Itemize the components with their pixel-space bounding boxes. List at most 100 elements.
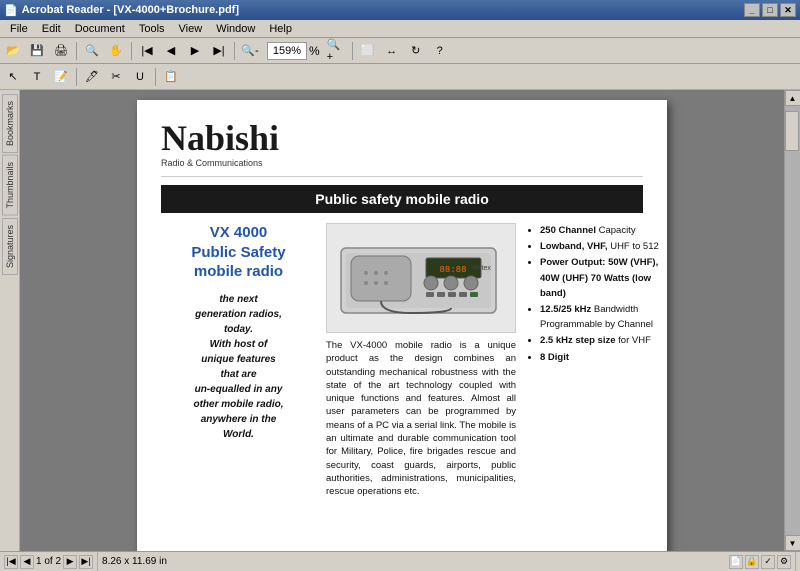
logo-main: Nabishi bbox=[161, 120, 279, 156]
feature-line-7: un-equalled in any bbox=[161, 382, 316, 397]
scroll-up-button[interactable]: ▲ bbox=[785, 90, 800, 106]
page-label: 1 of 2 bbox=[36, 556, 61, 567]
feature-line-8: other mobile radio, bbox=[161, 397, 316, 412]
scroll-thumb[interactable] bbox=[785, 111, 799, 151]
right-scrollbar: ▲ ▼ bbox=[784, 90, 800, 551]
close-button[interactable]: ✕ bbox=[780, 3, 796, 17]
signatures-tab[interactable]: Signatures bbox=[2, 218, 18, 275]
left-column: VX 4000 Public Safety mobile radio the n… bbox=[161, 223, 316, 499]
separator-6 bbox=[155, 68, 156, 86]
menu-document[interactable]: Document bbox=[69, 22, 131, 36]
fit-page-button[interactable]: ⬜ bbox=[357, 40, 379, 62]
feature-line-1: the next bbox=[161, 292, 316, 307]
right-column: 250 Channel Capacity Lowband, VHF, UHF t… bbox=[526, 223, 667, 499]
svg-text:Vertex: Vertex bbox=[471, 265, 491, 272]
fit-width-button[interactable]: ↔ bbox=[381, 40, 403, 62]
zoom-in-button[interactable]: 🔍+ bbox=[326, 40, 348, 62]
spec-item-3: Power Output: 50W (VHF), 40W (UHF) 70 Wa… bbox=[540, 255, 667, 301]
status-tools-section: 📄 🔒 ✓ ⚙ bbox=[729, 552, 796, 571]
toolbar-2: ↖ T 📝 🖊 ✂ U 📋 bbox=[0, 64, 800, 90]
menu-bar: File Edit Document Tools View Window Hel… bbox=[0, 20, 800, 38]
help-button[interactable]: ? bbox=[429, 40, 451, 62]
left-panel: Bookmarks Thumbnails Signatures bbox=[0, 90, 20, 551]
feature-line-6: that are bbox=[161, 367, 316, 382]
highlight-tool[interactable]: 🖊 bbox=[81, 66, 103, 88]
product-title-line2: Public Safety bbox=[161, 243, 316, 263]
feature-line-5: unique features bbox=[161, 352, 316, 367]
zoom-out-button[interactable]: 🔍- bbox=[239, 40, 261, 62]
header-title: Public safety mobile radio bbox=[315, 191, 489, 207]
logo-section: Nabishi Radio & Communications bbox=[161, 120, 643, 177]
pdf-area: Nabishi Radio & Communications Public sa… bbox=[20, 90, 784, 551]
status-prev-page[interactable]: ◀ bbox=[20, 555, 34, 569]
spec-list: 250 Channel Capacity Lowband, VHF, UHF t… bbox=[526, 223, 667, 365]
print-button[interactable]: 🖨 bbox=[50, 40, 72, 62]
product-title: VX 4000 Public Safety mobile radio bbox=[161, 223, 316, 282]
status-last-page[interactable]: ▶| bbox=[79, 555, 93, 569]
header-bar: Public safety mobile radio bbox=[161, 185, 643, 213]
underline-tool[interactable]: U bbox=[129, 66, 151, 88]
next-page-button[interactable]: ▶ bbox=[184, 40, 206, 62]
menu-edit[interactable]: Edit bbox=[36, 22, 67, 36]
page-size-label: 8.26 x 11.69 in bbox=[102, 556, 167, 567]
thumbnails-tab[interactable]: Thumbnails bbox=[2, 155, 18, 216]
strikeout-tool[interactable]: ✂ bbox=[105, 66, 127, 88]
menu-file[interactable]: File bbox=[4, 22, 34, 36]
rotate-button[interactable]: ↻ bbox=[405, 40, 427, 62]
feature-line-2: generation radios, bbox=[161, 307, 316, 322]
menu-view[interactable]: View bbox=[173, 22, 209, 36]
status-tool-1[interactable]: 📄 bbox=[729, 555, 743, 569]
feature-text: the next generation radios, today. With … bbox=[161, 292, 316, 442]
status-next-page[interactable]: ▶ bbox=[63, 555, 77, 569]
product-title-line1: VX 4000 bbox=[161, 223, 316, 243]
open-button[interactable]: 📂 bbox=[2, 40, 24, 62]
desc-content: The VX-4000 mobile radio is a unique pro… bbox=[326, 340, 516, 497]
scroll-track[interactable] bbox=[785, 106, 800, 535]
restore-button[interactable]: □ bbox=[762, 3, 778, 17]
radio-svg: 88:88 bbox=[331, 228, 511, 328]
hand-tool[interactable]: ✋ bbox=[105, 40, 127, 62]
select-tool[interactable]: ↖ bbox=[2, 66, 24, 88]
menu-window[interactable]: Window bbox=[210, 22, 261, 36]
main-area: Bookmarks Thumbnails Signatures Nabishi … bbox=[0, 90, 800, 551]
menu-help[interactable]: Help bbox=[263, 22, 298, 36]
spec-item-5: 2.5 kHz step size for VHF bbox=[540, 333, 667, 348]
spec-item-6: 8 Digit bbox=[540, 350, 667, 365]
toolbar-1: 📂 💾 🖨 🔍 ✋ |◀ ◀ ▶ ▶| 🔍- % 🔍+ ⬜ ↔ ↻ ? bbox=[0, 38, 800, 64]
feature-line-3: today. bbox=[161, 322, 316, 337]
spec-item-1: 250 Channel Capacity bbox=[540, 223, 667, 238]
description-text: The VX-4000 mobile radio is a unique pro… bbox=[326, 339, 516, 499]
status-tool-3[interactable]: ✓ bbox=[761, 555, 775, 569]
radio-image: 88:88 bbox=[326, 223, 516, 333]
bookmarks-tab[interactable]: Bookmarks bbox=[2, 94, 18, 153]
status-tool-2[interactable]: 🔒 bbox=[745, 555, 759, 569]
first-page-button[interactable]: |◀ bbox=[136, 40, 158, 62]
feature-line-10: World. bbox=[161, 427, 316, 442]
status-bar: |◀ ◀ 1 of 2 ▶ ▶| 8.26 x 11.69 in 📄 🔒 ✓ ⚙ bbox=[0, 551, 800, 571]
page-nav-section: |◀ ◀ 1 of 2 ▶ ▶| bbox=[4, 552, 98, 571]
status-first-page[interactable]: |◀ bbox=[4, 555, 18, 569]
title-bar: 📄 Acrobat Reader - [VX-4000+Brochure.pdf… bbox=[0, 0, 800, 20]
last-page-button[interactable]: ▶| bbox=[208, 40, 230, 62]
content-columns: VX 4000 Public Safety mobile radio the n… bbox=[161, 223, 643, 499]
separator-5 bbox=[76, 68, 77, 86]
zoom-percent: % bbox=[309, 44, 320, 58]
note-tool[interactable]: 📝 bbox=[50, 66, 72, 88]
stamp-tool[interactable]: 📋 bbox=[160, 66, 182, 88]
minimize-button[interactable]: _ bbox=[744, 3, 760, 17]
separator-2 bbox=[131, 42, 132, 60]
product-title-line3: mobile radio bbox=[161, 262, 316, 282]
pdf-page: Nabishi Radio & Communications Public sa… bbox=[137, 100, 667, 551]
app-icon: 📄 bbox=[4, 4, 18, 17]
scroll-down-button[interactable]: ▼ bbox=[785, 535, 800, 551]
text-tool[interactable]: T bbox=[26, 66, 48, 88]
save-button[interactable]: 💾 bbox=[26, 40, 48, 62]
separator-3 bbox=[234, 42, 235, 60]
window-title: Acrobat Reader - [VX-4000+Brochure.pdf] bbox=[22, 4, 239, 16]
search-button[interactable]: 🔍 bbox=[81, 40, 103, 62]
zoom-input[interactable] bbox=[267, 42, 307, 60]
prev-page-button[interactable]: ◀ bbox=[160, 40, 182, 62]
menu-tools[interactable]: Tools bbox=[133, 22, 171, 36]
feature-line-4: With host of bbox=[161, 337, 316, 352]
status-tool-4[interactable]: ⚙ bbox=[777, 555, 791, 569]
